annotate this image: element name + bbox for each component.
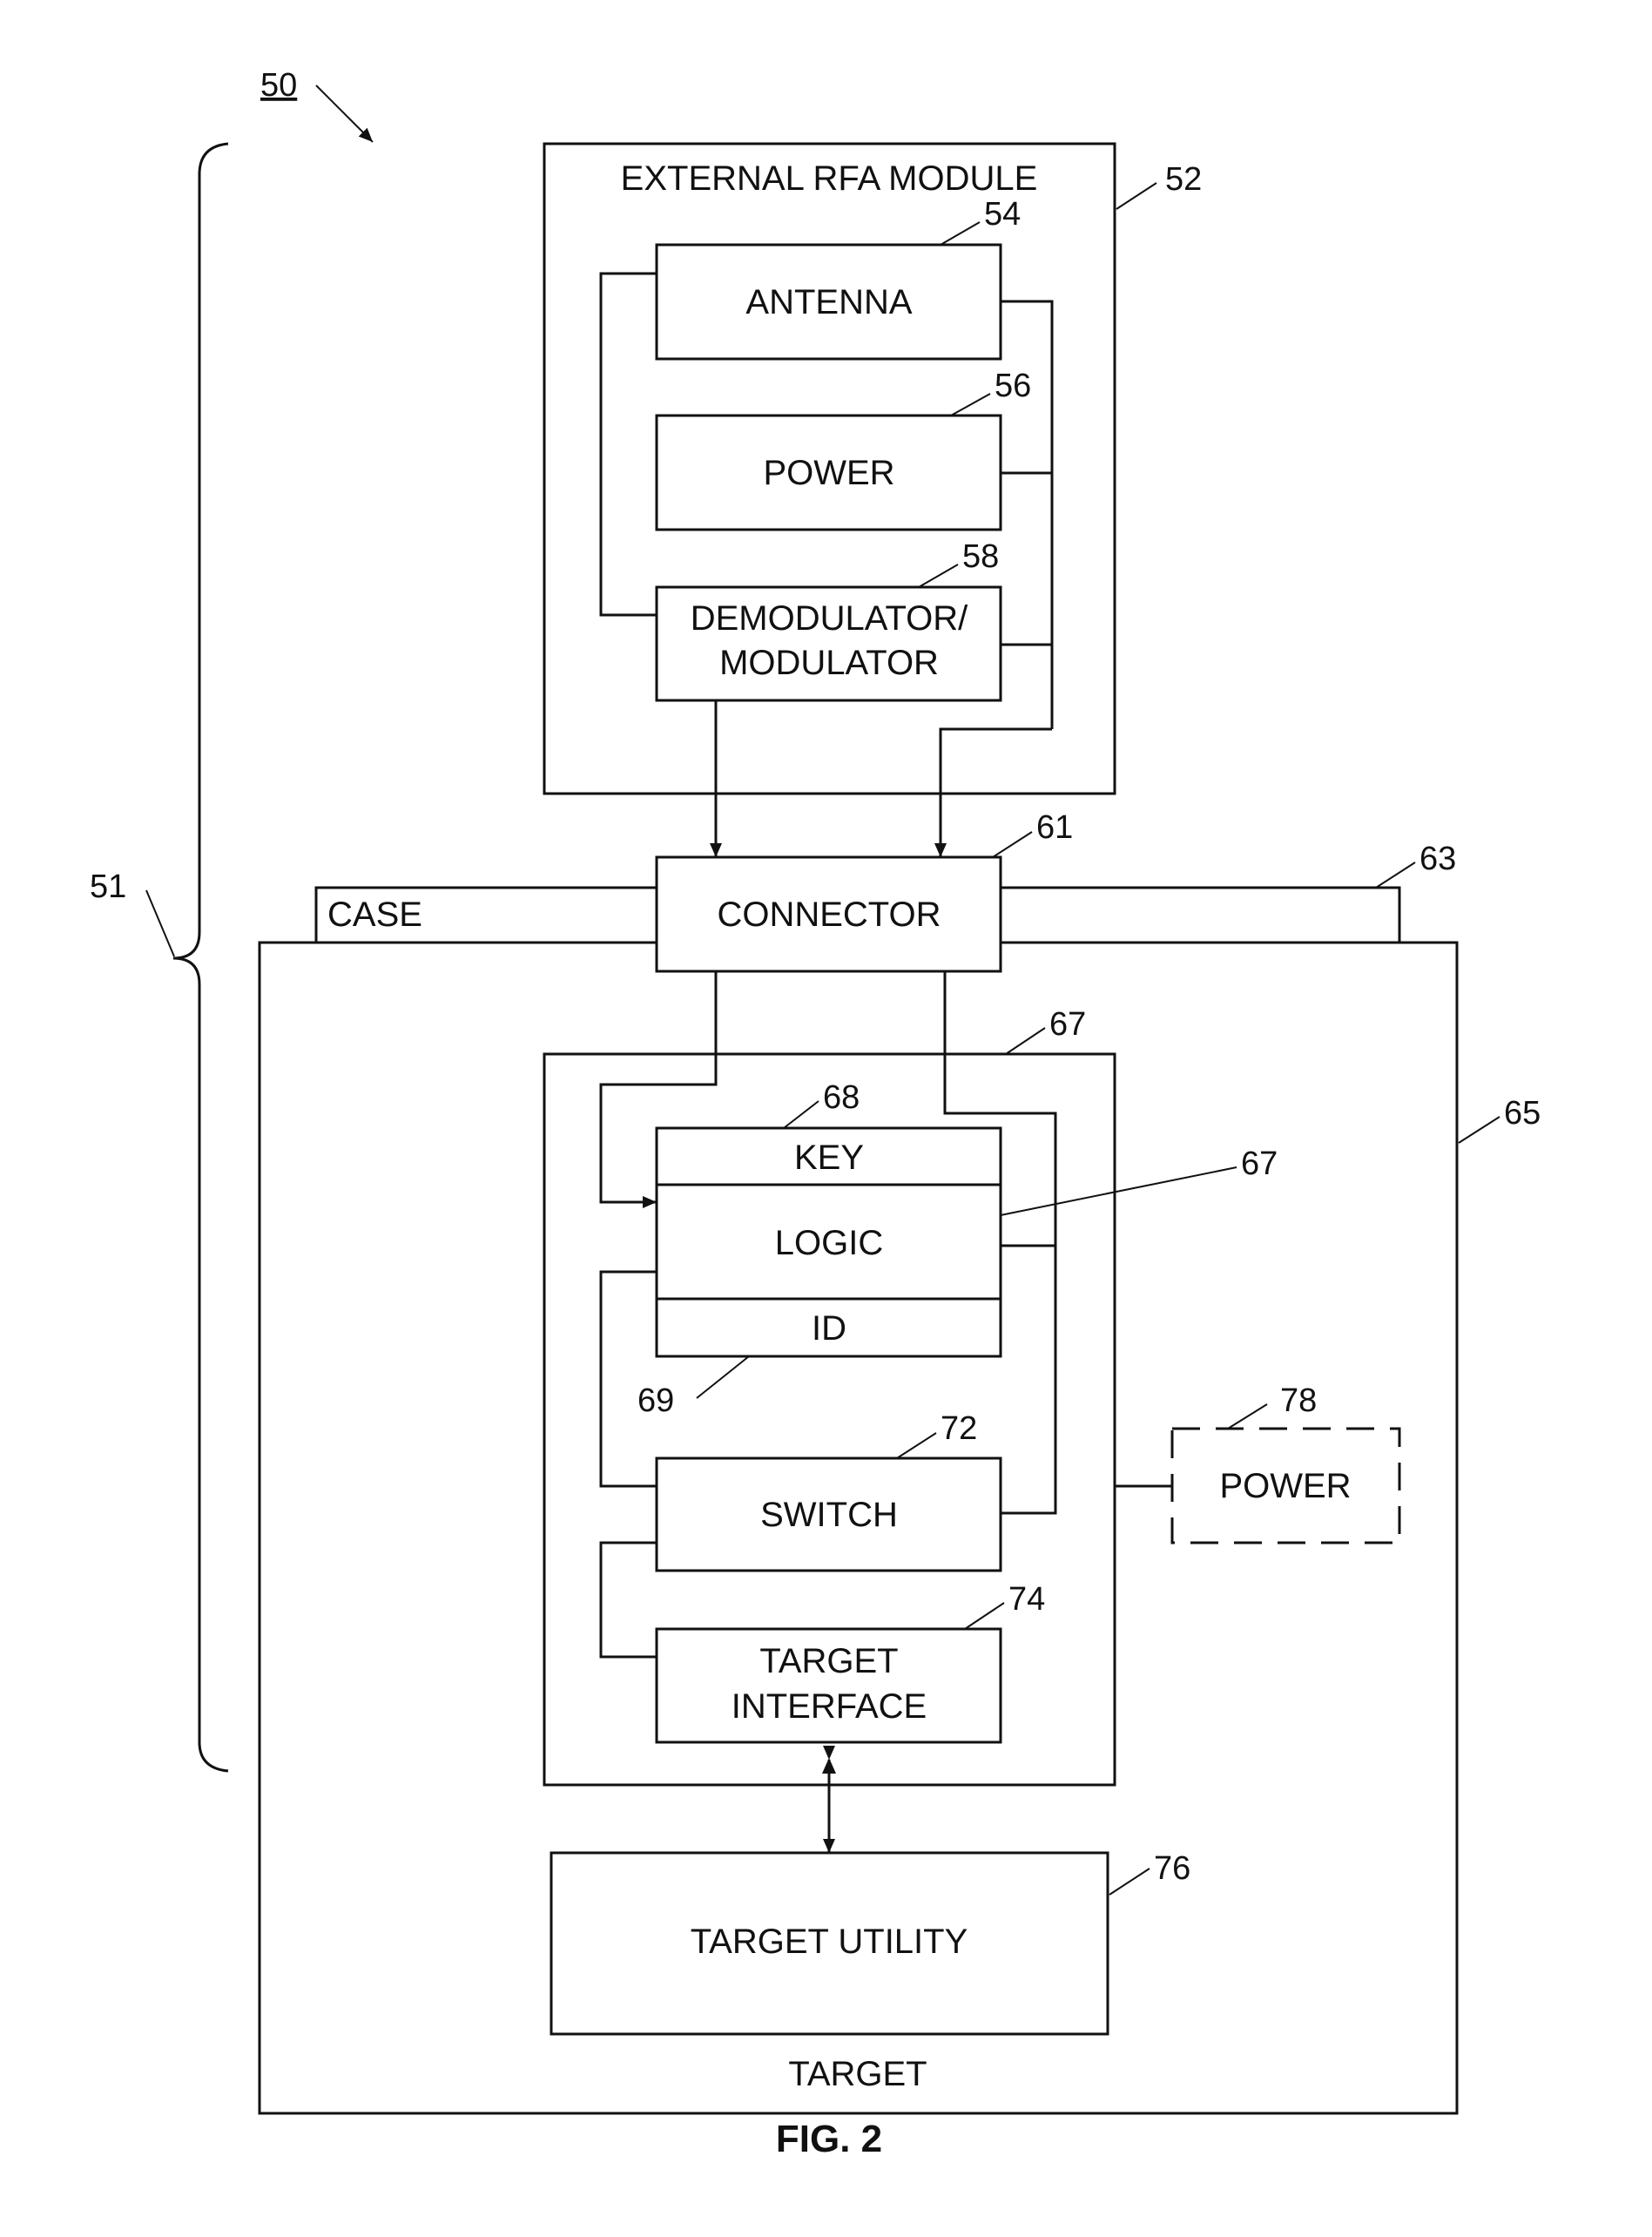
case-outline-right	[1001, 886, 1401, 943]
ref-leader-61	[992, 831, 1033, 858]
system-ref-arrow	[315, 84, 374, 143]
logic-label: LOGIC	[775, 1224, 883, 1262]
ref-68: 68	[823, 1079, 860, 1116]
ref-65: 65	[1504, 1095, 1541, 1132]
key-label: KEY	[794, 1139, 864, 1177]
logic-to-switch-wire	[599, 1270, 657, 1488]
ref-leader-58	[918, 564, 959, 588]
ref-74: 74	[1008, 1581, 1045, 1618]
brace-ref-leader	[145, 889, 175, 957]
ref-67-module: 67	[1049, 1006, 1086, 1043]
switch-to-interface-wire	[599, 1541, 657, 1659]
system-brace	[172, 142, 229, 1773]
ref-leader-68	[783, 1100, 819, 1129]
ref-72: 72	[941, 1410, 977, 1447]
external-module-title: EXTERNAL RFA MODULE	[621, 159, 1038, 198]
ref-leader-54	[940, 221, 981, 246]
ref-leader-69	[696, 1355, 750, 1399]
ref-leader-78	[1227, 1403, 1268, 1429]
target-utility-label: TARGET UTILITY	[691, 1923, 968, 1961]
system-ref-label: 50	[260, 67, 297, 104]
ref-leader-72	[896, 1432, 937, 1459]
optional-power-label: POWER	[1219, 1467, 1351, 1505]
ref-58: 58	[962, 538, 999, 575]
ref-leader-67-module	[1005, 1027, 1046, 1055]
ref-76: 76	[1154, 1850, 1190, 1887]
right-bus-wire	[1001, 300, 1054, 729]
antenna-label: ANTENNA	[745, 283, 912, 321]
ref-67-logic: 67	[1241, 1146, 1278, 1182]
ref-leader-56	[950, 393, 991, 416]
switch-label: SWITCH	[760, 1496, 898, 1534]
power-label: POWER	[763, 454, 894, 492]
figure-caption: FIG. 2	[776, 2118, 882, 2160]
patent-diagram: 50 51 EXTERNAL RFA MODULE 52 ANTENNA 54 …	[90, 67, 1541, 2160]
id-label: ID	[812, 1309, 846, 1348]
connector-to-logic-wire	[599, 971, 718, 1208]
ref-54: 54	[984, 196, 1021, 233]
demodulator-label-line1: DEMODULATOR/	[691, 599, 968, 638]
arrowhead-up	[822, 1758, 836, 1774]
ref-78: 78	[1280, 1382, 1317, 1419]
target-interface-label-line1: TARGET	[759, 1642, 898, 1680]
ref-leader-76	[1109, 1868, 1150, 1896]
ref-leader-67-logic	[1000, 1166, 1237, 1216]
case-label: CASE	[327, 895, 422, 934]
ref-leader-63	[1375, 862, 1416, 889]
target-interface-label-line2: INTERFACE	[732, 1687, 927, 1726]
ref-63: 63	[1419, 841, 1456, 877]
ref-56: 56	[995, 368, 1031, 404]
ref-52: 52	[1165, 161, 1202, 198]
ref-leader-65	[1458, 1116, 1500, 1144]
ref-61: 61	[1036, 809, 1073, 846]
brace-ref-label: 51	[90, 868, 126, 905]
left-bus-wire	[599, 272, 657, 617]
ref-leader-52	[1116, 182, 1157, 210]
ref-69: 69	[637, 1382, 674, 1419]
ref-leader-74	[964, 1602, 1005, 1630]
demodulator-label-line2: MODULATOR	[719, 644, 939, 682]
target-label: TARGET	[788, 2055, 927, 2093]
connector-label: CONNECTOR	[717, 895, 941, 934]
